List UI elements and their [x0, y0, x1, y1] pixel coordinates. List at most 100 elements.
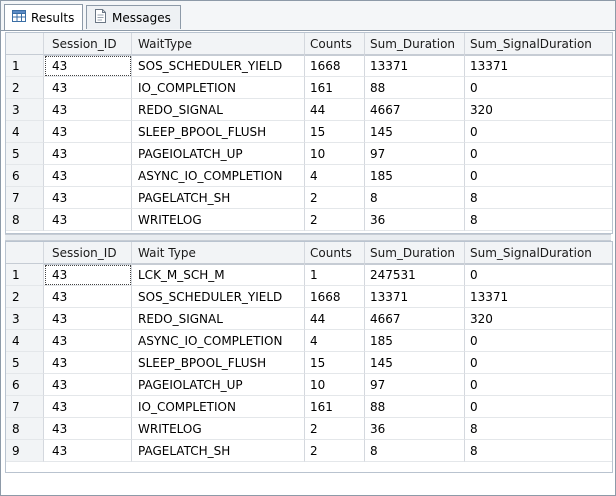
table-cell-session-id[interactable]: 43 [44, 77, 132, 99]
row-number-cell[interactable]: 3 [6, 99, 44, 121]
row-number-cell[interactable]: 1 [6, 264, 44, 286]
table-cell-sum-duration[interactable]: 185 [365, 165, 465, 187]
table-row[interactable]: 8 43 WRITELOG 2 36 8 [6, 209, 612, 231]
table-cell-counts[interactable]: 10 [305, 143, 365, 165]
table-cell-sum-duration[interactable]: 145 [365, 352, 465, 374]
row-number-cell[interactable]: 2 [6, 77, 44, 99]
table-cell-sum-duration[interactable]: 88 [365, 396, 465, 418]
table-cell-sum-signal-duration[interactable]: 13371 [465, 55, 612, 77]
column-header-wait-type[interactable]: WaitType [132, 33, 305, 55]
column-header-row-number[interactable] [6, 242, 44, 264]
table-cell-wait-type[interactable]: SLEEP_BPOOL_FLUSH [132, 352, 305, 374]
table-cell-sum-signal-duration[interactable]: 0 [465, 352, 612, 374]
table-cell-counts[interactable]: 10 [305, 374, 365, 396]
table-cell-counts[interactable]: 1668 [305, 286, 365, 308]
table-cell-counts[interactable]: 15 [305, 121, 365, 143]
row-number-cell[interactable]: 7 [6, 396, 44, 418]
table-cell-sum-signal-duration[interactable]: 0 [465, 374, 612, 396]
table-cell-sum-signal-duration[interactable]: 0 [465, 396, 612, 418]
row-number-cell[interactable]: 5 [6, 143, 44, 165]
table-cell-wait-type[interactable]: IO_COMPLETION [132, 396, 305, 418]
table-cell-wait-type[interactable]: SOS_SCHEDULER_YIELD [132, 55, 305, 77]
table-cell-sum-duration[interactable]: 4667 [365, 308, 465, 330]
table-cell-wait-type[interactable]: PAGEIOLATCH_UP [132, 374, 305, 396]
table-cell-counts[interactable]: 2 [305, 209, 365, 231]
table-cell-session-id[interactable]: 43 [44, 264, 132, 286]
table-cell-counts[interactable]: 2 [305, 187, 365, 209]
row-number-cell[interactable]: 6 [6, 165, 44, 187]
table-cell-counts[interactable]: 44 [305, 308, 365, 330]
results-grid-1[interactable]: Session_ID WaitType Counts Sum_Duration Sum_… [5, 32, 613, 234]
column-header-wait-type[interactable]: Wait Type [132, 242, 305, 264]
table-row[interactable]: 9 43 PAGELATCH_SH 2 8 8 [6, 440, 612, 462]
table-cell-sum-duration[interactable]: 36 [365, 209, 465, 231]
tab-results[interactable]: Results [4, 4, 83, 30]
table-cell-session-id[interactable]: 43 [44, 55, 132, 77]
table-row[interactable]: 1 43 LCK_M_SCH_M 1 247531 0 [6, 264, 612, 286]
table-cell-sum-signal-duration[interactable]: 8 [465, 209, 612, 231]
table-cell-wait-type[interactable]: WRITELOG [132, 209, 305, 231]
column-header-counts[interactable]: Counts [305, 33, 365, 55]
table-cell-session-id[interactable]: 43 [44, 418, 132, 440]
table-cell-wait-type[interactable]: ASYNC_IO_COMPLETION [132, 330, 305, 352]
table-cell-sum-duration[interactable]: 8 [365, 187, 465, 209]
table-cell-sum-duration[interactable]: 13371 [365, 286, 465, 308]
table-cell-counts[interactable]: 4 [305, 165, 365, 187]
table-cell-sum-duration[interactable]: 145 [365, 121, 465, 143]
column-header-sum-signal-duration[interactable]: Sum_SignalDuration [465, 33, 612, 55]
row-number-cell[interactable]: 1 [6, 55, 44, 77]
table-cell-wait-type[interactable]: SOS_SCHEDULER_YIELD [132, 286, 305, 308]
row-number-cell[interactable]: 4 [6, 330, 44, 352]
table-cell-wait-type[interactable]: LCK_M_SCH_M [132, 264, 305, 286]
table-cell-sum-duration[interactable]: 97 [365, 374, 465, 396]
row-number-cell[interactable]: 8 [6, 209, 44, 231]
table-cell-counts[interactable]: 161 [305, 396, 365, 418]
column-header-sum-signal-duration[interactable]: Sum_SignalDuration [465, 242, 612, 264]
column-header-session-id[interactable]: Session_ID [44, 33, 132, 55]
table-row[interactable]: 1 43 SOS_SCHEDULER_YIELD 1668 13371 13371 [6, 55, 612, 77]
table-row[interactable]: 7 43 IO_COMPLETION 161 88 0 [6, 396, 612, 418]
column-header-counts[interactable]: Counts [305, 242, 365, 264]
table-cell-counts[interactable]: 161 [305, 77, 365, 99]
table-cell-session-id[interactable]: 43 [44, 286, 132, 308]
table-cell-wait-type[interactable]: PAGELATCH_SH [132, 440, 305, 462]
table-row[interactable]: 2 43 SOS_SCHEDULER_YIELD 1668 13371 13371 [6, 286, 612, 308]
table-cell-counts[interactable]: 1 [305, 264, 365, 286]
table-cell-counts[interactable]: 2 [305, 418, 365, 440]
table-cell-wait-type[interactable]: SLEEP_BPOOL_FLUSH [132, 121, 305, 143]
row-number-cell[interactable]: 6 [6, 374, 44, 396]
table-cell-sum-duration[interactable]: 97 [365, 143, 465, 165]
table-cell-sum-signal-duration[interactable]: 0 [465, 264, 612, 286]
column-header-sum-duration[interactable]: Sum_Duration [365, 33, 465, 55]
table-cell-sum-signal-duration[interactable]: 320 [465, 308, 612, 330]
table-cell-sum-duration[interactable]: 247531 [365, 264, 465, 286]
table-row[interactable]: 6 43 PAGEIOLATCH_UP 10 97 0 [6, 374, 612, 396]
table-cell-session-id[interactable]: 43 [44, 209, 132, 231]
row-number-cell[interactable]: 2 [6, 286, 44, 308]
table-cell-wait-type[interactable]: ASYNC_IO_COMPLETION [132, 165, 305, 187]
table-cell-sum-signal-duration[interactable]: 0 [465, 121, 612, 143]
tab-messages[interactable]: Messages [86, 5, 181, 29]
results-grid-2[interactable]: Session_ID Wait Type Counts Sum_Duration Sum… [5, 241, 613, 473]
table-cell-sum-duration[interactable]: 13371 [365, 55, 465, 77]
table-cell-session-id[interactable]: 43 [44, 99, 132, 121]
column-header-sum-duration[interactable]: Sum_Duration [365, 242, 465, 264]
table-cell-session-id[interactable]: 43 [44, 143, 132, 165]
table-cell-counts[interactable]: 2 [305, 440, 365, 462]
table-cell-sum-duration[interactable]: 4667 [365, 99, 465, 121]
table-cell-sum-signal-duration[interactable]: 320 [465, 99, 612, 121]
table-cell-wait-type[interactable]: PAGEIOLATCH_UP [132, 143, 305, 165]
table-cell-session-id[interactable]: 43 [44, 352, 132, 374]
row-number-cell[interactable]: 3 [6, 308, 44, 330]
table-cell-session-id[interactable]: 43 [44, 330, 132, 352]
row-number-cell[interactable]: 7 [6, 187, 44, 209]
column-header-row-number[interactable] [6, 33, 44, 55]
table-cell-sum-signal-duration[interactable]: 8 [465, 418, 612, 440]
table-row[interactable]: 4 43 ASYNC_IO_COMPLETION 4 185 0 [6, 330, 612, 352]
table-row[interactable]: 2 43 IO_COMPLETION 161 88 0 [6, 77, 612, 99]
row-number-cell[interactable]: 8 [6, 418, 44, 440]
table-cell-session-id[interactable]: 43 [44, 308, 132, 330]
table-row[interactable]: 5 43 SLEEP_BPOOL_FLUSH 15 145 0 [6, 352, 612, 374]
table-row[interactable]: 6 43 ASYNC_IO_COMPLETION 4 185 0 [6, 165, 612, 187]
table-cell-wait-type[interactable]: WRITELOG [132, 418, 305, 440]
